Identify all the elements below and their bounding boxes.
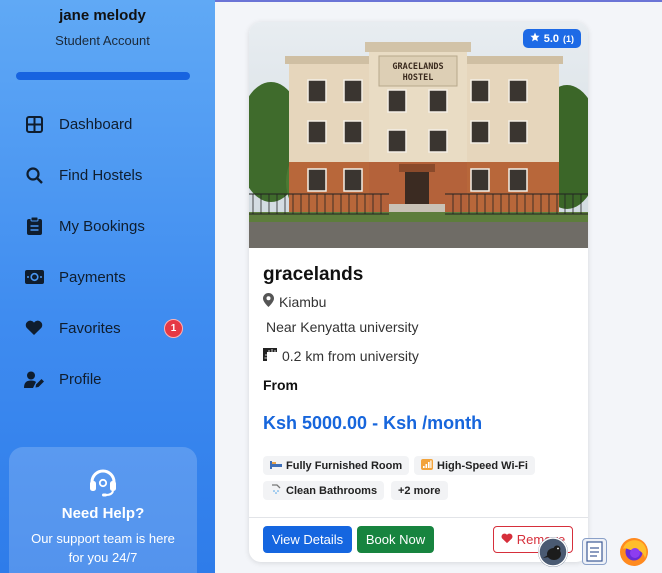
nav-label: Dashboard — [59, 115, 133, 133]
bed-icon — [270, 460, 282, 472]
help-title: Need Help? — [61, 505, 145, 522]
heart-icon — [24, 318, 44, 338]
nav-label: Find Hostels — [59, 166, 143, 184]
svg-text:HOSTEL: HOSTEL — [403, 73, 434, 83]
sidebar: jane melody Student Account Dashboard Fi… — [0, 0, 215, 573]
firefox-icon[interactable] — [619, 537, 649, 567]
amenity-chip: Clean Bathrooms — [263, 481, 385, 500]
rating-count: (1) — [563, 33, 574, 44]
document-app-icon[interactable] — [582, 538, 607, 565]
user-role: Student Account — [55, 33, 150, 48]
hostel-price: Ksh 5000.00 - Ksh /month — [263, 413, 483, 433]
money-icon — [24, 267, 44, 287]
nav-item-my-bookings[interactable]: My Bookings — [0, 206, 205, 246]
profile-progress-bar — [16, 72, 190, 80]
from-label: From — [263, 377, 298, 393]
rating-badge: 5.0 (1) — [522, 29, 581, 48]
help-text: Our support team is here for you 24/7 — [31, 531, 175, 565]
nav-label: Favorites — [59, 319, 121, 337]
rating-value: 5.0 — [543, 32, 559, 45]
hostel-distance: 0.2 km from university — [282, 347, 419, 364]
search-icon — [24, 165, 44, 185]
hostel-location: Kiambu — [279, 293, 327, 310]
clipboard-icon — [24, 216, 44, 236]
book-now-button[interactable]: Book Now — [357, 526, 434, 553]
view-details-button[interactable]: View Details — [263, 526, 352, 553]
favorites-count-badge: 1 — [164, 318, 183, 338]
signal-icon — [421, 458, 433, 473]
nav-item-profile[interactable]: Profile — [0, 359, 205, 399]
hostel-card: GRACELANDS HOSTEL 5.0 (1) gracelands Kia… — [249, 22, 588, 562]
nav-label: Profile — [59, 370, 102, 388]
nav-item-payments[interactable]: Payments — [0, 257, 205, 297]
amenity-chip: High-Speed Wi-Fi — [414, 456, 535, 475]
nav-item-find-hostels[interactable]: Find Hostels — [0, 155, 205, 195]
nav-item-dashboard[interactable]: Dashboard — [0, 104, 205, 144]
help-card: Need Help? Our support team is here for … — [9, 447, 197, 573]
user-name: jane melody — [59, 7, 146, 24]
star-icon — [530, 32, 540, 45]
distance-row: 0.2 km from university — [263, 347, 419, 364]
more-amenities-chip: +2 more — [391, 481, 448, 500]
nav-label: Payments — [59, 268, 126, 286]
grid-icon — [24, 114, 44, 134]
nav-label: My Bookings — [59, 217, 145, 235]
headset-icon — [87, 465, 119, 497]
card-divider — [249, 517, 588, 518]
nav-item-favorites[interactable]: Favorites 1 — [0, 308, 205, 348]
hostel-photo: GRACELANDS HOSTEL — [249, 22, 588, 248]
hostel-near: Near Kenyatta university — [266, 319, 419, 335]
bird-app-icon[interactable] — [538, 537, 568, 567]
hostel-name: gracelands — [263, 264, 364, 285]
user-edit-icon — [24, 369, 44, 389]
heart-icon — [501, 532, 513, 547]
amenity-chip: Fully Furnished Room — [263, 456, 410, 475]
location-row: Kiambu — [263, 293, 326, 310]
ruler-icon — [263, 347, 277, 364]
svg-text:GRACELANDS: GRACELANDS — [392, 62, 443, 72]
map-marker-icon — [263, 293, 274, 310]
shower-icon — [270, 483, 282, 498]
header-border — [215, 0, 662, 2]
